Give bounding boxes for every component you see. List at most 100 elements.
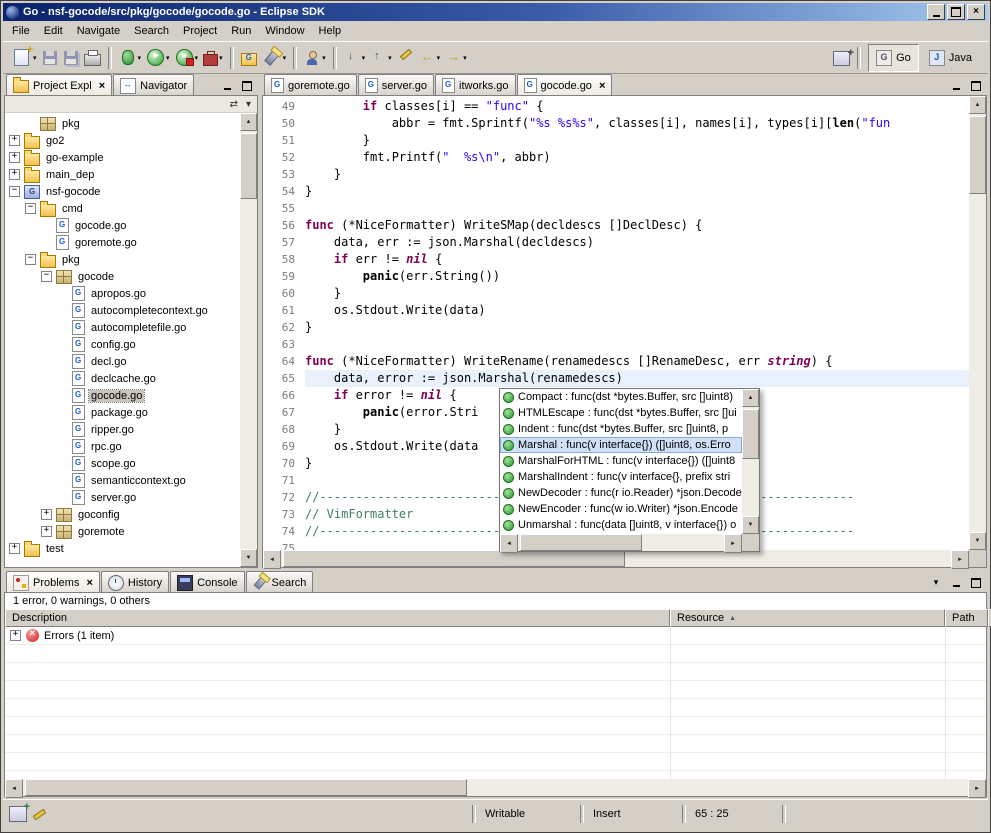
- autocomplete-item-compact[interactable]: Compact : func(dst *bytes.Buffer, src []…: [500, 389, 742, 405]
- expander-expanded-icon[interactable]: −: [25, 203, 36, 214]
- expander-collapsed-icon[interactable]: +: [9, 152, 20, 163]
- tree-item-autocompletefile-go[interactable]: autocompletefile.go: [5, 319, 240, 336]
- autocomplete-item-newencoder[interactable]: NewEncoder : func(w io.Writer) *json.Enc…: [500, 501, 742, 517]
- autocomplete-item-newdecoder[interactable]: NewDecoder : func(r io.Reader) *json.Dec…: [500, 485, 742, 501]
- tree-item-pkg[interactable]: pkg: [5, 115, 240, 132]
- column-header-description[interactable]: Description: [5, 609, 670, 627]
- code-line-64[interactable]: func (*NiceFormatter) WriteRename(rename…: [305, 353, 969, 370]
- external-tools-button[interactable]: ▾: [201, 46, 225, 70]
- code-line-54[interactable]: }: [305, 183, 969, 200]
- back-button[interactable]: ▾: [417, 46, 443, 70]
- scroll-right-icon[interactable]: ►: [951, 550, 969, 569]
- editor-horizontal-scrollbar[interactable]: ◄ ►: [263, 550, 969, 567]
- tree-item-gocode-go[interactable]: gocode.go: [5, 217, 240, 234]
- explorer-scrollbar[interactable]: ▲ ▼: [240, 113, 257, 567]
- scrollbar-track[interactable]: [23, 779, 968, 796]
- column-divider[interactable]: [670, 627, 671, 780]
- close-tab-icon[interactable]: ×: [96, 80, 105, 92]
- tab-navigator[interactable]: Navigator: [113, 74, 194, 96]
- code-line-63[interactable]: [305, 336, 969, 353]
- tree-item-ripper-go[interactable]: ripper.go: [5, 421, 240, 438]
- expander-expanded-icon[interactable]: −: [41, 271, 52, 282]
- autocomplete-item-marshalforhtml[interactable]: MarshalForHTML : func(v interface{}) ([]…: [500, 453, 742, 469]
- scrollbar-thumb[interactable]: [240, 133, 257, 199]
- tree-item-semanticcontext-go[interactable]: semanticcontext.go: [5, 472, 240, 489]
- scroll-left-icon[interactable]: ◄: [5, 779, 23, 798]
- expander-collapsed-icon[interactable]: +: [10, 630, 21, 641]
- column-header-path[interactable]: Path: [945, 609, 988, 627]
- tree-item-apropos-go[interactable]: apropos.go: [5, 285, 240, 302]
- maximize-button[interactable]: [947, 4, 965, 20]
- scroll-up-icon[interactable]: ▲: [969, 96, 986, 114]
- scroll-down-icon[interactable]: ▼: [742, 516, 759, 534]
- menu-file[interactable]: File: [5, 22, 37, 40]
- editor-tab-server-go[interactable]: server.go: [358, 74, 434, 96]
- popup-vertical-scrollbar[interactable]: ▲ ▼: [742, 389, 759, 534]
- expander-collapsed-icon[interactable]: +: [41, 526, 52, 537]
- scrollbar-track[interactable]: [281, 550, 951, 567]
- scrollbar-thumb[interactable]: [25, 779, 467, 796]
- code-line-51[interactable]: }: [305, 132, 969, 149]
- tree-item-server-go[interactable]: server.go: [5, 489, 240, 506]
- tab-problems[interactable]: Problems×: [6, 571, 100, 593]
- close-tab-icon[interactable]: ×: [596, 80, 605, 92]
- problems-row-errors-1-item[interactable]: +Errors (1 item): [5, 627, 986, 645]
- tree-item-cmd[interactable]: −cmd: [5, 200, 240, 217]
- menu-edit[interactable]: Edit: [37, 22, 70, 40]
- tree-item-scope-go[interactable]: scope.go: [5, 455, 240, 472]
- view-minimize-button[interactable]: [218, 78, 236, 93]
- perspective-go[interactable]: GGo: [868, 44, 919, 72]
- menu-navigate[interactable]: Navigate: [70, 22, 127, 40]
- tab-project-expl[interactable]: Project Expl×: [6, 74, 112, 96]
- tree-item-pkg[interactable]: −pkg: [5, 251, 240, 268]
- tree-item-config-go[interactable]: config.go: [5, 336, 240, 353]
- tab-search[interactable]: Search: [246, 571, 314, 593]
- minimize-button[interactable]: [927, 4, 945, 20]
- link-with-editor-icon[interactable]: ⇄: [230, 99, 238, 110]
- view-minimize-button[interactable]: [947, 575, 965, 590]
- team-button[interactable]: ▾: [302, 46, 328, 70]
- run-button[interactable]: ▾: [144, 46, 172, 70]
- save-all-button[interactable]: [61, 46, 81, 70]
- tree-item-gocode[interactable]: −gocode: [5, 268, 240, 285]
- problems-horizontal-scrollbar[interactable]: ◄ ►: [5, 779, 986, 796]
- close-button[interactable]: ×: [967, 4, 985, 20]
- expander-collapsed-icon[interactable]: +: [9, 543, 20, 554]
- scrollbar-thumb[interactable]: [520, 534, 642, 551]
- last-edit-location-button[interactable]: [395, 46, 416, 70]
- previous-annotation-button[interactable]: ▾: [368, 46, 394, 70]
- forward-button[interactable]: ▾: [443, 46, 469, 70]
- menu-run[interactable]: Run: [224, 22, 258, 40]
- code-line-50[interactable]: abbr = fmt.Sprintf("%s %s%s", classes[i]…: [305, 115, 969, 132]
- code-line-60[interactable]: }: [305, 285, 969, 302]
- scrollbar-track[interactable]: [240, 131, 257, 549]
- coverage-button[interactable]: ▾: [173, 46, 201, 70]
- tree-item-goconfig[interactable]: +goconfig: [5, 506, 240, 523]
- scroll-left-icon[interactable]: ◄: [500, 534, 518, 553]
- tree-item-decl-go[interactable]: decl.go: [5, 353, 240, 370]
- view-menu-icon[interactable]: ▾: [246, 99, 251, 110]
- tree-item-goremote[interactable]: +goremote: [5, 523, 240, 540]
- code-line-55[interactable]: [305, 200, 969, 217]
- view-menu-icon[interactable]: ▾: [927, 575, 945, 590]
- new-wizard-button[interactable]: ▾: [9, 46, 39, 70]
- open-perspective-icon[interactable]: [833, 51, 850, 66]
- code-line-56[interactable]: func (*NiceFormatter) WriteSMap(decldesc…: [305, 217, 969, 234]
- tree-item-gocode-go[interactable]: gocode.go: [5, 387, 240, 404]
- save-button[interactable]: [40, 46, 60, 70]
- expander-expanded-icon[interactable]: −: [25, 254, 36, 265]
- scrollbar-thumb[interactable]: [969, 116, 986, 194]
- scroll-left-icon[interactable]: ◄: [263, 550, 281, 569]
- scroll-up-icon[interactable]: ▲: [240, 113, 257, 131]
- fast-view-icon[interactable]: [9, 806, 27, 822]
- print-button[interactable]: [82, 46, 103, 70]
- scroll-down-icon[interactable]: ▼: [240, 549, 257, 567]
- scrollbar-track[interactable]: [518, 534, 724, 551]
- tree-item-rpc-go[interactable]: rpc.go: [5, 438, 240, 455]
- view-minimize-button[interactable]: [947, 78, 965, 93]
- code-line-49[interactable]: if classes[i] == "func" {: [305, 98, 969, 115]
- code-line-58[interactable]: if err != nil {: [305, 251, 969, 268]
- code-line-59[interactable]: panic(err.String()): [305, 268, 969, 285]
- scrollbar-thumb[interactable]: [283, 550, 625, 567]
- menu-project[interactable]: Project: [176, 22, 224, 40]
